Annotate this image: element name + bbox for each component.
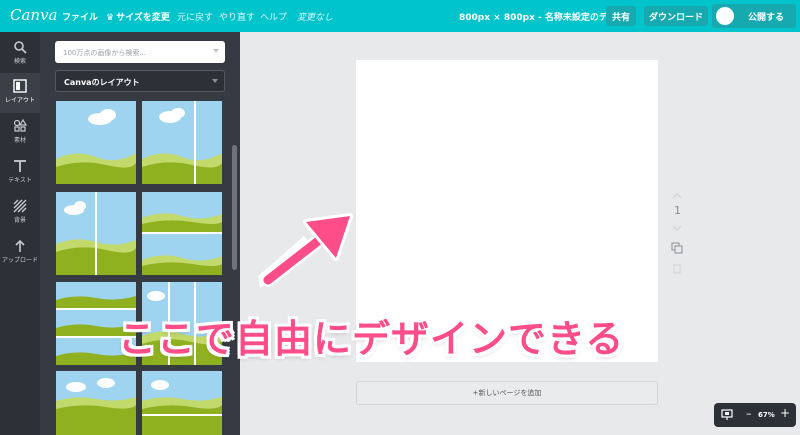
page-number: 1: [674, 204, 681, 217]
landscape-image: [142, 371, 222, 435]
chevron-down-icon[interactable]: [671, 222, 683, 234]
search-icon: [14, 41, 27, 54]
help-menu[interactable]: ヘルプ: [260, 10, 287, 23]
text-icon: [14, 160, 26, 172]
background-icon: [13, 199, 27, 213]
rail-item-text[interactable]: テキスト: [0, 153, 40, 193]
share-button[interactable]: 共有: [606, 6, 636, 26]
chevron-down-icon: [212, 79, 218, 83]
top-bar: Canva ファイル ♛ サイズを変更 元に戻す やり直す ヘルプ 変更なし 80…: [0, 0, 800, 32]
present-icon[interactable]: [721, 409, 733, 421]
chevron-down-icon: [213, 49, 219, 53]
search-input[interactable]: 100万点の画像から検索...: [55, 41, 225, 63]
publish-button[interactable]: 公開する: [712, 4, 796, 28]
zoom-level[interactable]: 67%: [758, 411, 775, 419]
zoom-in-button[interactable]: +: [780, 406, 790, 420]
crown-icon: ♛: [106, 13, 115, 23]
page-tools: 1: [670, 188, 684, 278]
elements-icon: [13, 119, 27, 132]
landscape-image: [142, 192, 222, 275]
landscape-image: [142, 101, 222, 184]
undo-button[interactable]: 元に戻す: [177, 10, 213, 23]
zoom-control: – 67% +: [714, 403, 796, 427]
rail-label: 検索: [13, 58, 26, 65]
resize-label: サイズを変更: [116, 13, 170, 23]
annotation-arrow: [258, 213, 353, 288]
landscape-image: [56, 192, 136, 275]
left-rail: 検索 レイアウト 素材 テキスト 背景 アップロード: [0, 32, 40, 435]
file-menu[interactable]: ファイル: [62, 10, 98, 23]
trash-icon[interactable]: [671, 262, 683, 274]
layout-thumbnail[interactable]: [56, 371, 136, 435]
publish-label: 公開する: [748, 13, 785, 23]
rail-label: アップロード: [1, 257, 38, 264]
layout-thumbnail[interactable]: [142, 192, 222, 275]
duplicate-icon[interactable]: [671, 242, 683, 254]
download-button[interactable]: ダウンロード: [644, 6, 708, 26]
rail-label: 素材: [13, 137, 26, 144]
rail-label: テキスト: [8, 177, 32, 184]
add-page-button[interactable]: +新しいページを追加: [356, 381, 658, 405]
save-status: 変更なし: [297, 13, 334, 23]
layout-thumbnail[interactable]: [56, 101, 136, 184]
canva-logo[interactable]: Canva: [10, 6, 58, 24]
rail-label: レイアウト: [4, 97, 35, 104]
rail-item-elements[interactable]: 素材: [0, 113, 40, 153]
rail-item-upload[interactable]: アップロード: [0, 233, 40, 273]
layout-panel: 100万点の画像から検索... Canvaのレイアウト: [40, 32, 240, 435]
layout-dropdown[interactable]: Canvaのレイアウト: [55, 70, 225, 92]
landscape-image: [56, 101, 136, 184]
rail-item-search[interactable]: 検索: [0, 34, 40, 74]
toggle-knob: [716, 7, 734, 25]
redo-button[interactable]: やり直す: [219, 10, 255, 23]
rail-label: 背景: [13, 217, 26, 224]
rail-item-background[interactable]: 背景: [0, 193, 40, 233]
search-placeholder: 100万点の画像から検索...: [63, 49, 147, 57]
upload-icon: [15, 239, 25, 252]
chevron-up-icon[interactable]: [671, 190, 683, 202]
layout-thumbnail[interactable]: [142, 101, 222, 184]
annotation-text: ここで自由にデザインできる: [118, 317, 625, 361]
layout-icon: [13, 79, 27, 93]
zoom-out-button[interactable]: –: [746, 407, 752, 420]
rail-item-layout[interactable]: レイアウト: [0, 73, 40, 113]
panel-scrollbar[interactable]: [232, 145, 237, 270]
layout-thumbnail[interactable]: [142, 371, 222, 435]
layout-thumbnail[interactable]: [56, 192, 136, 275]
layout-dropdown-label: Canvaのレイアウト: [64, 78, 140, 87]
landscape-image: [56, 371, 136, 435]
resize-menu[interactable]: ♛ サイズを変更: [106, 10, 170, 23]
